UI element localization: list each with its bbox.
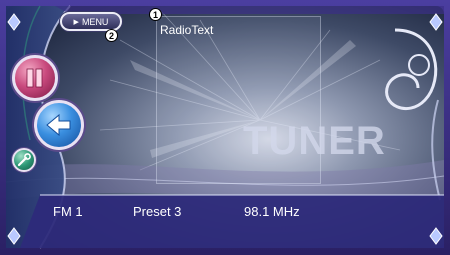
wrench-icon bbox=[17, 153, 31, 167]
preset-label: Preset 3 bbox=[133, 204, 182, 219]
pause-button[interactable] bbox=[12, 55, 58, 101]
callout-2: 2 bbox=[105, 29, 118, 42]
pause-icon bbox=[26, 68, 43, 88]
play-icon: ▶ bbox=[73, 18, 79, 26]
callout-1: 1 bbox=[149, 8, 162, 21]
radiotext-label: RadioText bbox=[160, 23, 214, 37]
back-arrow-icon bbox=[46, 113, 71, 137]
tuner-screen: RadioText TUNER ▶ MENU 1 2 FM 1 Preset 3… bbox=[0, 0, 450, 255]
frequency-label: 98.1 MHz bbox=[244, 204, 300, 219]
back-button[interactable] bbox=[34, 100, 84, 150]
band-label: FM 1 bbox=[53, 204, 83, 219]
setup-button[interactable] bbox=[12, 148, 36, 172]
menu-label: MENU bbox=[81, 16, 109, 27]
source-title: TUNER bbox=[243, 119, 386, 163]
